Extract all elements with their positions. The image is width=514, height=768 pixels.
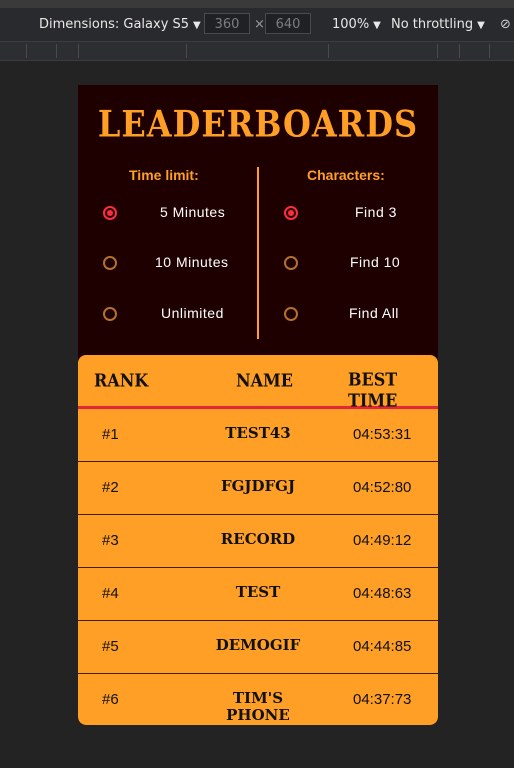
- table-row: #6 TIM'S PHONE 04:37:73: [78, 674, 438, 725]
- rank-cell: #6: [102, 691, 119, 708]
- time-cell: 04:48:63: [353, 585, 412, 602]
- rank-cell: #3: [102, 532, 119, 549]
- chevron-down-icon: ▼: [193, 20, 201, 31]
- radio-icon[interactable]: [284, 206, 298, 220]
- page-title: LEADERBOARDS: [97, 102, 419, 146]
- characters-heading: Characters:: [307, 167, 385, 183]
- time-option-label: Unlimited: [161, 305, 224, 321]
- table-header: RANK NAME BEST TIME: [78, 355, 438, 411]
- device-viewport: LEADERBOARDS Time limit: Characters: 5 M…: [78, 85, 438, 725]
- time-limit-heading: Time limit:: [129, 167, 199, 183]
- radio-icon[interactable]: [103, 206, 117, 220]
- rank-cell: #5: [102, 638, 119, 655]
- options-divider: [257, 167, 259, 339]
- time-cell: 04:53:31: [353, 426, 412, 443]
- leaderboard-table: RANK NAME BEST TIME #1 TEST43 04:53:31 #…: [78, 355, 438, 725]
- rotate-icon[interactable]: ⊘: [500, 17, 511, 32]
- name-cell: DEMOGIF: [215, 636, 301, 654]
- name-cell: FGJDFGJ: [220, 477, 296, 495]
- throttling-label: No throttling: [391, 17, 474, 32]
- media-query-ruler: [0, 42, 514, 61]
- name-cell: TEST43: [225, 424, 291, 442]
- name-column-header: NAME: [236, 370, 293, 391]
- table-row: #1 TEST43 04:53:31: [78, 409, 438, 462]
- time-option-10-minutes[interactable]: 10 Minutes: [78, 253, 256, 277]
- rank-cell: #2: [102, 479, 119, 496]
- name-cell: RECORD: [220, 530, 296, 548]
- character-option-find-all[interactable]: Find All: [260, 304, 438, 328]
- radio-icon[interactable]: [284, 307, 298, 321]
- name-cell: TEST: [235, 583, 281, 601]
- zoom-dropdown[interactable]: 100% ▼: [332, 17, 381, 32]
- rank-column-header: RANK: [94, 370, 149, 391]
- table-row: #3 RECORD 04:49:12: [78, 515, 438, 568]
- rank-cell: #4: [102, 585, 119, 602]
- character-option-find-10[interactable]: Find 10: [260, 253, 438, 277]
- zoom-label: 100%: [332, 17, 370, 32]
- name-cell: TIM'S PHONE: [226, 689, 290, 724]
- time-cell: 04:49:12: [353, 532, 412, 549]
- character-option-label: Find 10: [350, 254, 401, 270]
- rank-cell: #1: [102, 426, 119, 443]
- radio-icon[interactable]: [103, 256, 117, 270]
- device-dimensions-dropdown[interactable]: Dimensions: Galaxy S5 ▼: [39, 17, 201, 32]
- chevron-down-icon: ▼: [373, 20, 381, 31]
- time-option-label: 10 Minutes: [155, 254, 229, 270]
- time-cell: 04:44:85: [353, 638, 412, 655]
- time-cell: 04:52:80: [353, 479, 412, 496]
- devtools-device-toolbar: Dimensions: Galaxy S5 ▼ 360 × 640 100% ▼ N…: [0, 8, 514, 42]
- time-cell: 04:37:73: [353, 691, 412, 708]
- height-input[interactable]: 640: [265, 13, 311, 34]
- table-row: #2 FGJDFGJ 04:52:80: [78, 462, 438, 515]
- device-dimensions-label: Dimensions: Galaxy S5: [39, 17, 190, 32]
- radio-icon[interactable]: [284, 256, 298, 270]
- radio-icon[interactable]: [103, 307, 117, 321]
- devtools-top-strip: [0, 0, 514, 8]
- time-option-label: 5 Minutes: [160, 204, 226, 220]
- character-option-label: Find All: [349, 305, 399, 321]
- time-option-unlimited[interactable]: Unlimited: [78, 304, 256, 328]
- chevron-down-icon: ▼: [477, 20, 485, 31]
- table-row: #4 TEST 04:48:63: [78, 568, 438, 621]
- time-option-5-minutes[interactable]: 5 Minutes: [78, 203, 256, 227]
- best-time-column-header: BEST TIME: [348, 369, 398, 411]
- throttling-dropdown[interactable]: No throttling ▼: [391, 17, 485, 32]
- width-input[interactable]: 360: [204, 13, 250, 34]
- table-row: #5 DEMOGIF 04:44:85: [78, 621, 438, 674]
- character-option-find-3[interactable]: Find 3: [260, 203, 438, 227]
- character-option-label: Find 3: [355, 204, 397, 220]
- times-symbol: ×: [254, 17, 265, 32]
